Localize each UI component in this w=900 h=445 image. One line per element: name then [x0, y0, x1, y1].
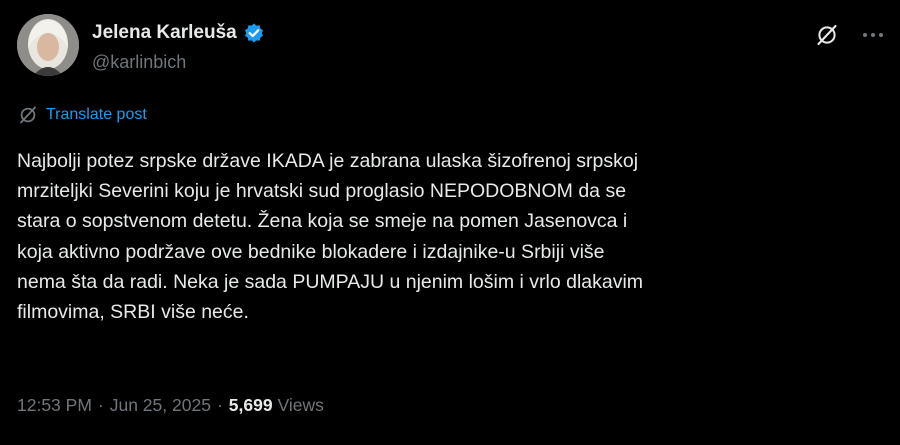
post-text-line: stara o sopstvenom detetu. Žena koja se … [17, 210, 628, 233]
verified-badge-icon [243, 22, 265, 44]
views-count[interactable]: 5,699 [229, 395, 273, 416]
grok-button[interactable] [812, 20, 842, 50]
more-options-button[interactable] [855, 20, 891, 50]
post-text: Najbolji potez srpske države IKADA je za… [17, 146, 885, 327]
post-text-line: mrziteljki Severini koju je hrvatski sud… [17, 180, 627, 203]
post-date[interactable]: Jun 25, 2025 [110, 395, 211, 416]
author-display-name[interactable]: Jelena Karleuša [92, 22, 237, 44]
profile-photo [17, 14, 79, 76]
more-options-icon [863, 33, 883, 37]
avatar[interactable] [17, 14, 79, 76]
post-timestamp[interactable]: 12:53 PM [17, 395, 92, 416]
post-text-line: filmovima, SRBI više neće. [17, 301, 249, 324]
post-meta: 12:53 PM · Jun 25, 2025 · 5,699 Views [17, 395, 324, 416]
meta-separator: · [216, 395, 223, 415]
post-text-line: koja aktivno podržave ove bednike blokad… [17, 240, 605, 263]
author-handle[interactable]: @karlinbich [92, 52, 186, 73]
post-text-line: nema šta da radi. Neka je sada PUMPAJU u… [17, 270, 644, 293]
grok-translate-icon [20, 106, 36, 124]
translate-post-label[interactable]: Translate post [46, 106, 147, 124]
views-label[interactable]: Views [278, 395, 324, 416]
author-name-row[interactable]: Jelena Karleuša [92, 20, 265, 46]
meta-separator: · [97, 395, 104, 415]
grok-icon [817, 24, 837, 46]
post-text-line: Najbolji potez srpske države IKADA je za… [17, 150, 639, 172]
translate-post-link[interactable]: Translate post [18, 105, 147, 125]
